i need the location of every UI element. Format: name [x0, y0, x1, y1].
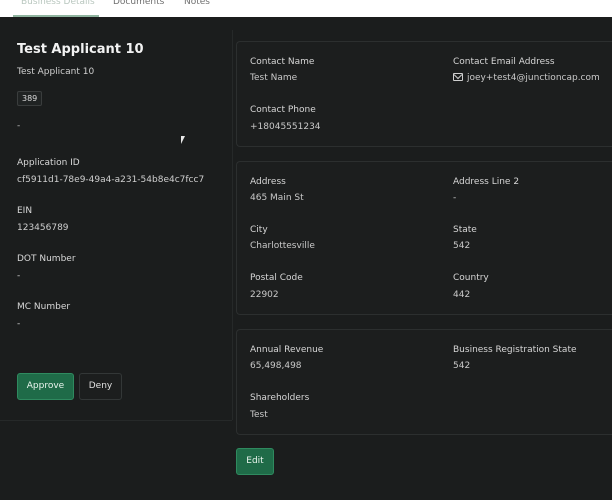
address-line2-value: -: [453, 193, 457, 203]
address-card: Address 465 Main St Address Line 2 - Cit…: [236, 161, 612, 315]
tab-business-details[interactable]: Business Details: [13, 0, 99, 17]
deny-button[interactable]: Deny: [79, 373, 122, 400]
panel-bottom-divider: [0, 420, 232, 421]
mouse-cursor-icon: [181, 136, 185, 144]
contact-phone-label: Contact Phone: [250, 105, 316, 115]
applicant-placeholder: -: [17, 121, 21, 131]
address-label: Address: [250, 177, 286, 187]
country-label: Country: [453, 273, 489, 283]
city-value: Charlottesville: [250, 241, 315, 251]
annual-revenue-value: 65,498,498: [250, 361, 302, 371]
dot-number-value: -: [17, 271, 21, 281]
address-value: 465 Main St: [250, 193, 304, 203]
applicant-name: Test Applicant 10: [17, 42, 144, 57]
contact-name-value: Test Name: [250, 73, 298, 83]
address-line2-label: Address Line 2: [453, 177, 520, 187]
contact-email-label: Contact Email Address: [453, 57, 555, 67]
dot-number-label: DOT Number: [17, 254, 76, 264]
applicant-subtitle: Test Applicant 10: [17, 67, 95, 77]
contact-card: Contact Name Test Name Contact Email Add…: [236, 41, 612, 147]
contact-email[interactable]: joey+test4@junctioncap.com: [453, 73, 600, 83]
tab-bar: Business Details Documents Notes: [0, 0, 612, 17]
edit-button[interactable]: Edit: [236, 448, 274, 475]
panel-divider: [232, 30, 233, 420]
application-id-label: Application ID: [17, 158, 80, 168]
contact-email-value: joey+test4@junctioncap.com: [467, 73, 600, 83]
contact-phone-value: +18045551234: [250, 122, 321, 132]
shareholders-label: Shareholders: [250, 393, 310, 403]
applicant-id-badge: 389: [17, 91, 43, 106]
postal-code-label: Postal Code: [250, 273, 303, 283]
shareholders-value: Test: [250, 410, 268, 420]
annual-revenue-label: Annual Revenue: [250, 345, 324, 355]
contact-name-label: Contact Name: [250, 57, 315, 67]
mc-number-label: MC Number: [17, 302, 71, 312]
tab-notes[interactable]: Notes: [184, 0, 210, 17]
ein-label: EIN: [17, 206, 33, 216]
approve-button[interactable]: Approve: [17, 373, 74, 400]
state-value: 542: [453, 241, 471, 251]
registration-state-label: Business Registration State: [453, 345, 577, 355]
postal-code-value: 22902: [250, 290, 279, 300]
registration-state-value: 542: [453, 361, 471, 371]
tab-documents[interactable]: Documents: [113, 0, 164, 17]
mc-number-value: -: [17, 319, 21, 329]
mail-icon: [453, 73, 463, 81]
ein-value: 123456789: [17, 223, 69, 233]
country-value: 442: [453, 290, 471, 300]
applicant-summary-panel: Test Applicant 10 Test Applicant 10 389 …: [0, 17, 232, 420]
state-label: State: [453, 225, 477, 235]
application-id-value: cf5911d1-78e9-49a4-a231-54b8e4c7fcc7: [17, 175, 205, 185]
city-label: City: [250, 225, 268, 235]
business-card: Annual Revenue 65,498,498 Business Regis…: [236, 329, 612, 435]
